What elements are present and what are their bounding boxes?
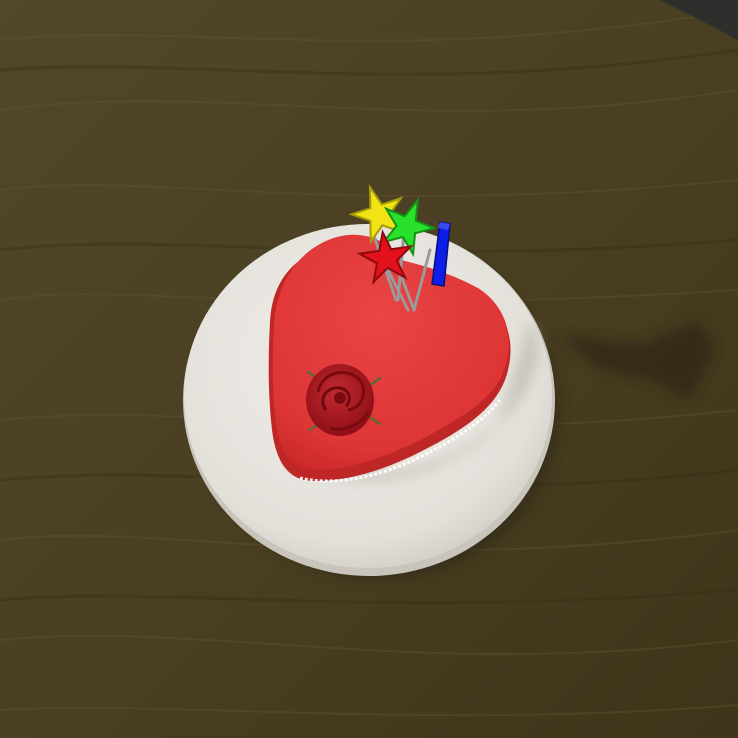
scene [0, 0, 738, 738]
scene-svg [0, 0, 738, 738]
rose-icon [306, 364, 374, 436]
